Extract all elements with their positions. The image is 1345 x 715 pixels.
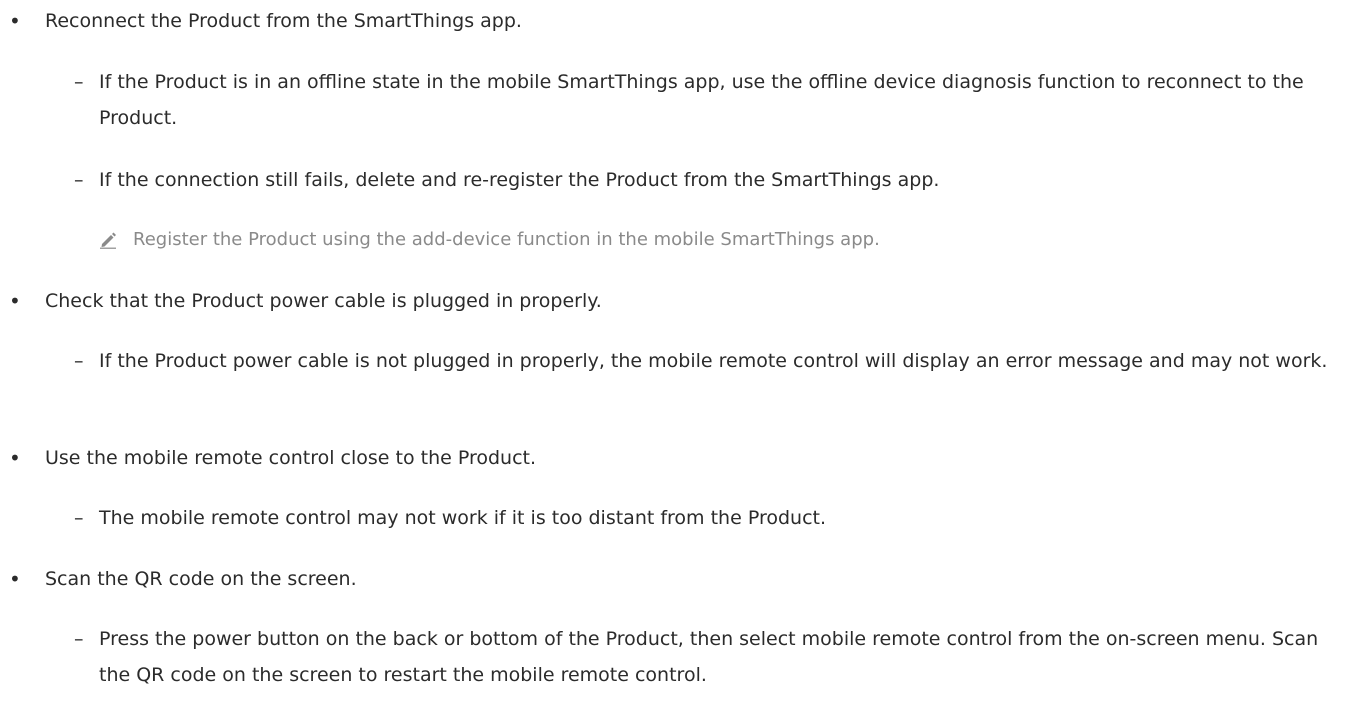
sub-item-text: The mobile remote control may not work i… bbox=[99, 507, 827, 529]
dash-marker: – bbox=[74, 169, 84, 191]
dash-marker: – bbox=[74, 71, 84, 93]
bullet-marker: • bbox=[9, 289, 21, 313]
sub-item-text: If the Product is in an offline state in… bbox=[99, 71, 1304, 129]
bullet-marker: • bbox=[9, 9, 21, 33]
bullet-text: Scan the QR code on the screen. bbox=[45, 568, 357, 590]
dash-marker: – bbox=[74, 507, 84, 529]
document-page: • Reconnect the Product from the SmartTh… bbox=[0, 0, 1345, 715]
dash-marker: – bbox=[74, 628, 84, 650]
bullet-marker: • bbox=[9, 567, 21, 591]
sub-item-text: If the connection still fails, delete an… bbox=[99, 169, 940, 191]
bullet-text: Check that the Product power cable is pl… bbox=[45, 290, 602, 312]
pencil-icon bbox=[100, 232, 116, 249]
note-text: Register the Product using the add-devic… bbox=[133, 229, 880, 250]
bullet-marker: • bbox=[9, 446, 21, 470]
bullet-text: Reconnect the Product from the SmartThin… bbox=[45, 10, 522, 32]
sub-item-text: If the Product power cable is not plugge… bbox=[99, 350, 1328, 372]
bullet-text: Use the mobile remote control close to t… bbox=[45, 447, 537, 469]
sub-item-text: Press the power button on the back or bo… bbox=[99, 628, 1319, 686]
dash-marker: – bbox=[74, 350, 84, 372]
